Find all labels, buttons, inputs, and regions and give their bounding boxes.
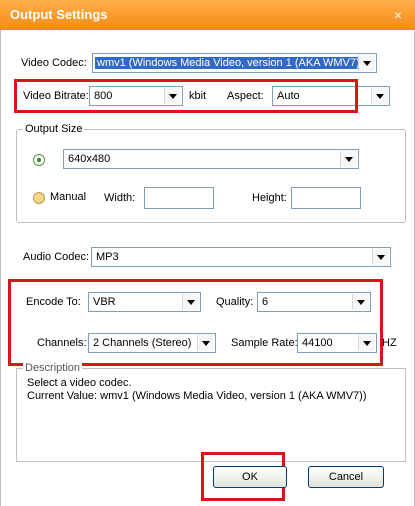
width-label: Width: xyxy=(104,192,136,204)
highlight-box-bitrate xyxy=(14,79,358,113)
chevron-down-icon[interactable] xyxy=(352,294,369,310)
description-line-2: Current Value: wmv1 (Windows Media Video… xyxy=(27,390,367,402)
chevron-down-icon[interactable] xyxy=(358,335,375,351)
preset-size-value: 640x480 xyxy=(68,153,111,165)
quality-value: 6 xyxy=(262,296,269,308)
channels-value: 2 Channels (Stereo) xyxy=(93,337,192,349)
video-codec-select[interactable]: wmv1 (Windows Media Video, version 1 (AK… xyxy=(92,53,377,73)
audio-codec-label: Audio Codec: xyxy=(23,251,90,263)
quality-label: Quality: xyxy=(216,296,254,308)
chevron-down-icon[interactable] xyxy=(372,249,389,265)
description-group: Description Select a video codec. Curren… xyxy=(16,362,406,462)
audio-codec-value: MP3 xyxy=(96,251,119,263)
width-input[interactable] xyxy=(144,187,214,209)
cancel-button[interactable]: Cancel xyxy=(308,466,384,488)
height-label: Height: xyxy=(252,192,287,204)
chevron-down-icon[interactable] xyxy=(340,151,357,167)
description-title: Description xyxy=(23,362,83,374)
dialog-body: Video Codec: wmv1 (Windows Media Video, … xyxy=(0,30,415,506)
channels-label: Channels: xyxy=(37,337,87,349)
quality-select[interactable]: 6 xyxy=(257,292,371,312)
description-line-1: Select a video codec. xyxy=(27,377,132,389)
channels-select[interactable]: 2 Channels (Stereo) xyxy=(88,333,216,353)
sample-rate-unit: HZ xyxy=(382,337,397,349)
preset-size-radio[interactable] xyxy=(33,154,45,166)
close-icon[interactable]: × xyxy=(385,4,411,26)
title-bar: Output Settings × xyxy=(0,0,415,31)
manual-size-radio[interactable] xyxy=(33,192,45,204)
video-codec-value: wmv1 (Windows Media Video, version 1 (AK… xyxy=(95,57,366,69)
chevron-down-icon[interactable] xyxy=(182,294,199,310)
preset-size-select[interactable]: 640x480 xyxy=(63,149,359,169)
window-title: Output Settings xyxy=(10,7,108,22)
sample-rate-select[interactable]: 44100 xyxy=(297,333,377,353)
video-codec-label: Video Codec: xyxy=(21,57,87,69)
chevron-down-icon[interactable] xyxy=(197,335,214,351)
encode-to-select[interactable]: VBR xyxy=(88,292,201,312)
encode-to-label: Encode To: xyxy=(26,296,81,308)
output-size-title: Output Size xyxy=(23,123,85,135)
encode-to-value: VBR xyxy=(93,296,116,308)
height-input[interactable] xyxy=(291,187,361,209)
manual-label: Manual xyxy=(50,191,87,203)
ok-button[interactable]: OK xyxy=(213,466,287,488)
chevron-down-icon[interactable] xyxy=(358,55,375,71)
audio-codec-select[interactable]: MP3 xyxy=(91,247,391,267)
chevron-down-icon[interactable] xyxy=(371,88,388,104)
sample-rate-value: 44100 xyxy=(302,337,333,349)
sample-rate-label: Sample Rate: xyxy=(231,337,298,349)
